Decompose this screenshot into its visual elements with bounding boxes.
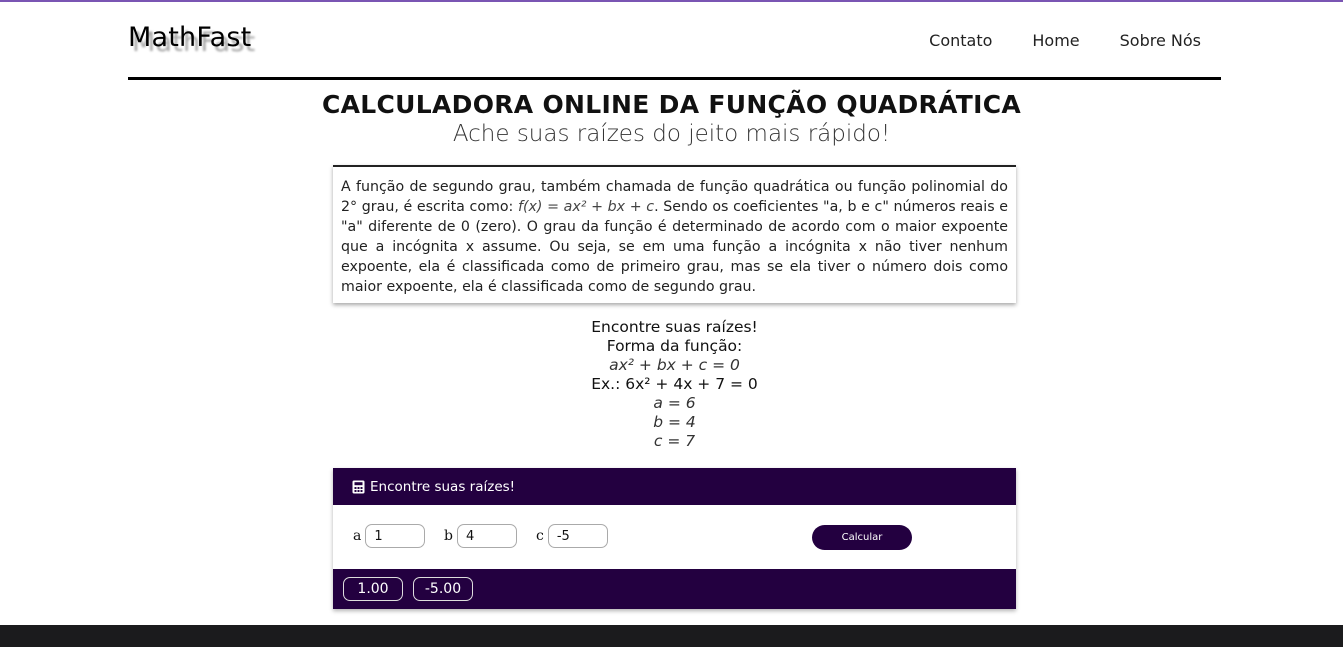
calculator-title: Encontre suas raízes! xyxy=(370,478,516,495)
root-2-result: -5.00 xyxy=(413,577,473,601)
coefficient-b-field: b xyxy=(444,524,517,548)
example-c: c = 7 xyxy=(653,432,696,450)
example-a: a = 6 xyxy=(653,394,696,412)
calculator-card: Encontre suas raízes! a b c Calcular 1.0… xyxy=(333,468,1016,609)
coefficient-c-label: c xyxy=(536,528,544,544)
coefficient-a-field: a xyxy=(353,524,426,548)
site-logo[interactable]: MathFast xyxy=(128,22,251,53)
instructions-heading: Encontre suas raízes! xyxy=(591,318,758,336)
instructions-block: Encontre suas raízes! Forma da função: a… xyxy=(333,318,1016,451)
coefficient-c-field: c xyxy=(536,524,608,548)
coefficient-a-label: a xyxy=(353,528,362,544)
calculator-icon xyxy=(352,480,365,494)
coefficient-b-label: b xyxy=(444,528,453,544)
example-equation: Ex.: 6x² + 4x + 7 = 0 xyxy=(591,375,758,393)
page-title: CALCULADORA ONLINE DA FUNÇÃO QUADRÁTICA xyxy=(321,90,1022,119)
page-subtitle: Ache suas raízes do jeito mais rápido! xyxy=(452,121,891,147)
root-1-result: 1.00 xyxy=(343,577,403,601)
calculator-header: Encontre suas raízes! xyxy=(333,468,1016,505)
nav-link-contato[interactable]: Contato xyxy=(929,31,992,50)
coefficient-a-input[interactable] xyxy=(365,524,426,548)
results-bar: 1.00 -5.00 xyxy=(333,569,1016,609)
calculator-inputs: a b c Calcular xyxy=(333,505,1016,569)
intro-card: A função de segundo grau, também chamada… xyxy=(333,165,1016,303)
site-footer xyxy=(0,625,1343,647)
site-header: MathFast Contato Home Sobre Nós xyxy=(128,2,1221,80)
nav-link-sobre-nos[interactable]: Sobre Nós xyxy=(1120,31,1201,50)
nav-link-home[interactable]: Home xyxy=(1032,31,1079,50)
intro-paragraph: A função de segundo grau, também chamada… xyxy=(341,177,1008,297)
main-nav: Contato Home Sobre Nós xyxy=(889,31,1201,50)
intro-formula: f(x) = ax² + bx + c xyxy=(517,199,655,215)
function-form: ax² + bx + c = 0 xyxy=(609,356,740,374)
example-b: b = 4 xyxy=(653,413,696,431)
coefficient-b-input[interactable] xyxy=(456,524,517,548)
coefficient-c-input[interactable] xyxy=(547,524,608,548)
calculate-button[interactable]: Calcular xyxy=(812,525,912,550)
function-form-label: Forma da função: xyxy=(606,337,743,355)
